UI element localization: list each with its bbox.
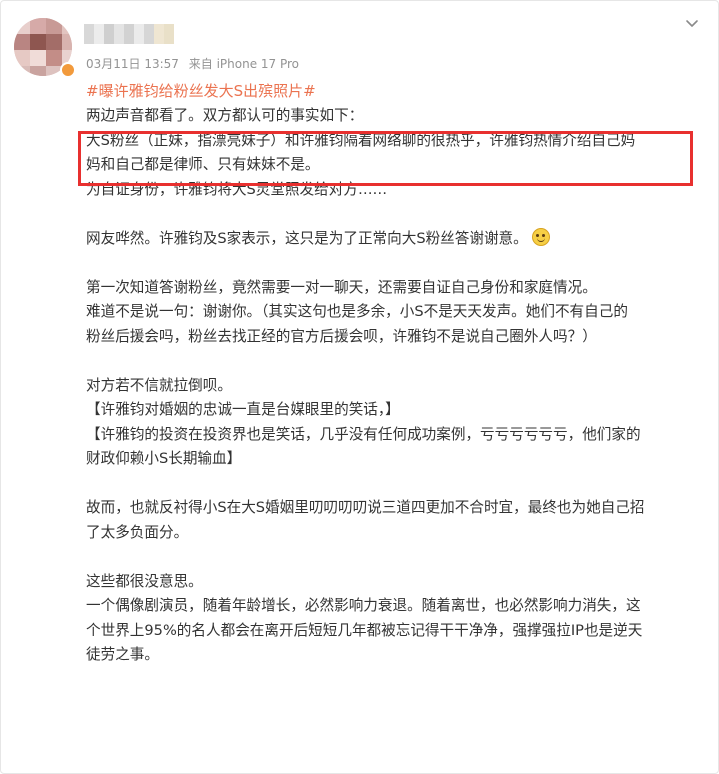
smile-emoji-icon (531, 227, 550, 246)
post-line: 第一次知道答谢粉丝，竟然需要一对一聊天，还需要自证自己身份和家庭情况。 (86, 278, 597, 296)
post-line: 网友哗然。许雅钧及S家表示，这只是为了正常向大S粉丝答谢谢意。 (86, 229, 528, 247)
post-date: 03月11日 13:57 (86, 57, 179, 71)
chevron-down-icon[interactable] (683, 14, 701, 32)
post-line-with-emoji: 网友哗然。许雅钧及S家表示，这只是为了正常向大S粉丝答谢谢意。 (86, 227, 698, 252)
post-line: 故而，也就反衬得小S在大S婚姻里叨叨叨叨说三道四更加不合时宜，最终也为她自己招 (86, 499, 645, 516)
username-blurred[interactable] (84, 24, 174, 44)
post-line: 【许雅钧的投资在投资界也是笑话，几乎没有任何成功案例，亏亏亏亏亏亏，他们家的 (86, 425, 641, 443)
post-line: 了太多负面分。 (86, 523, 189, 541)
post-line: 难道不是说一句：谢谢你。（其实这句也是多余，小S不是天天发声。她们不有自己的 (86, 303, 628, 320)
post-source[interactable]: 来自 iPhone 17 Pro (189, 57, 299, 71)
post-line: 财政仰赖小S长期输血】 (86, 450, 242, 467)
verified-badge-icon (60, 62, 76, 78)
post-line: 对方若不信就拉倒呗。 (86, 376, 232, 394)
post-line: 徒劳之事。 (86, 646, 159, 663)
post-line: 一个偶像剧演员，随着年龄增长，必然影响力衰退。随着离世，也必然影响力消失，这 (86, 597, 641, 614)
post-line: 个世界上95%的名人都会在离开后短短几年都被忘记得干干净净，强撑强拉IP也是逆天 (86, 621, 643, 639)
post-body: 两边声音都看了。双方都认可的事实如下： 大S粉丝（正妹，指漂亮妹子）和许雅钧隔着… (86, 104, 698, 668)
post-line: 粉丝后援会吗，粉丝去找正经的官方后援会呗，许雅钧不是说自己圈外人吗？） (86, 327, 597, 345)
hashtag-link[interactable]: #曝许雅钧给粉丝发大S出殡照片# (86, 80, 316, 101)
post-line: 这些都很没意思。 (86, 572, 203, 590)
post-meta: 03月11日 13:57 来自 iPhone 17 Pro (86, 55, 305, 72)
post-line: 【许雅钧对婚姻的忠诚一直是台媒眼里的笑话，】 (86, 401, 400, 418)
highlight-box (78, 131, 693, 186)
post-line: 两边声音都看了。双方都认可的事实如下： (86, 107, 364, 124)
